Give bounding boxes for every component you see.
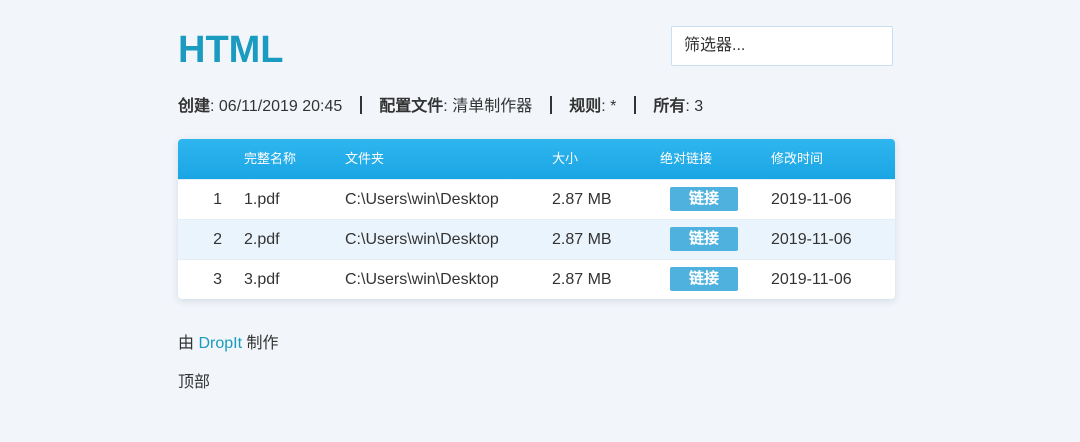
file-size: 2.87 MB <box>552 231 612 248</box>
file-folder: C:\Users\win\Desktop <box>345 191 499 208</box>
file-size: 2.87 MB <box>552 191 612 208</box>
column-header-size[interactable]: 大小 <box>552 139 578 179</box>
rule-value: * <box>610 98 617 115</box>
column-header-folder[interactable]: 文件夹 <box>345 139 384 179</box>
profile-label: 配置文件 <box>379 98 444 115</box>
filter-input[interactable] <box>671 26 893 66</box>
link-button[interactable]: 链接 <box>670 187 738 211</box>
file-table: 完整名称 文件夹 大小 绝对链接 修改时间 1 1.pdf C:\Users\w… <box>178 139 895 299</box>
total-value: 3 <box>694 98 704 115</box>
page-title: HTML <box>178 29 284 71</box>
file-modified: 2019-11-06 <box>771 231 852 248</box>
file-folder: C:\Users\win\Desktop <box>345 231 499 248</box>
row-index: 2 <box>213 231 222 248</box>
row-index: 1 <box>213 191 222 208</box>
meta-separator <box>634 96 637 114</box>
table-row: 3 3.pdf C:\Users\win\Desktop 2.87 MB 链接 … <box>178 259 895 299</box>
dropit-link[interactable]: DropIt <box>198 335 242 352</box>
file-folder: C:\Users\win\Desktop <box>345 271 499 288</box>
made-by-prefix: 由 <box>178 335 195 352</box>
file-name: 1.pdf <box>244 191 280 208</box>
column-header-modified[interactable]: 修改时间 <box>771 139 823 179</box>
back-to-top-link[interactable]: 顶部 <box>178 373 210 393</box>
column-header-link[interactable]: 绝对链接 <box>660 139 712 179</box>
made-by-suffix: 制作 <box>246 335 279 352</box>
created-value: 06/11/2019 20:45 <box>218 98 343 115</box>
table-row: 2 2.pdf C:\Users\win\Desktop 2.87 MB 链接 … <box>178 219 895 259</box>
column-header-name[interactable]: 完整名称 <box>244 139 296 179</box>
link-button[interactable]: 链接 <box>670 227 738 251</box>
file-name: 3.pdf <box>244 271 280 288</box>
meta-separator <box>360 96 363 114</box>
rule-label: 规则 <box>569 98 602 115</box>
list-metadata: 创建: 06/11/2019 20:45 配置文件: 清单制作器 规则: * 所有: … <box>178 96 704 115</box>
row-index: 3 <box>213 271 222 288</box>
file-modified: 2019-11-06 <box>771 271 852 288</box>
file-modified: 2019-11-06 <box>771 191 852 208</box>
file-name: 2.pdf <box>244 231 280 248</box>
meta-separator <box>550 96 553 114</box>
created-label: 创建 <box>178 98 211 115</box>
total-label: 所有 <box>653 98 686 115</box>
link-button[interactable]: 链接 <box>670 267 738 291</box>
footer-credit: 由 DropIt 制作 <box>178 334 279 354</box>
file-size: 2.87 MB <box>552 271 612 288</box>
table-header: 完整名称 文件夹 大小 绝对链接 修改时间 <box>178 139 895 179</box>
profile-value: 清单制作器 <box>452 98 533 115</box>
table-row: 1 1.pdf C:\Users\win\Desktop 2.87 MB 链接 … <box>178 179 895 219</box>
